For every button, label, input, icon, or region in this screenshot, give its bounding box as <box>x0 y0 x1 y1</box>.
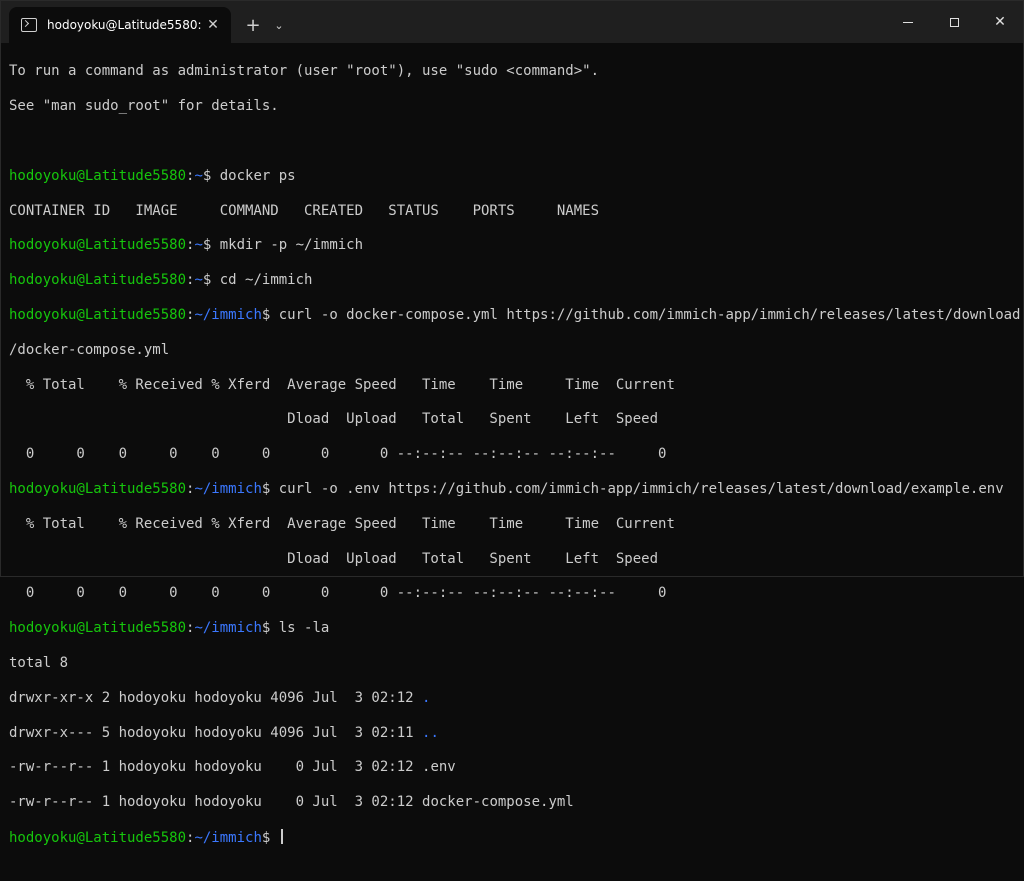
tab-dropdown-button[interactable]: ⌄ <box>269 7 289 43</box>
output-line: CONTAINER ID IMAGE COMMAND CREATED STATU… <box>9 202 600 219</box>
ls-name: docker-compose.yml <box>422 794 574 811</box>
output-line: 0 0 0 0 0 0 0 0 --:--:-- --:--:-- --:--:… <box>9 446 667 463</box>
prompt-user-host: hodoyoku@Latitude5580 <box>9 167 187 184</box>
terminal-output[interactable]: To run a command as administrator (user … <box>9 46 1021 846</box>
ls-row: drwxr-x--- 5 hodoyoku hodoyoku 4096 Jul … <box>9 725 1015 742</box>
close-icon: ✕ <box>994 14 1006 30</box>
output-line: % Total % Received % Xferd Average Speed… <box>9 376 675 393</box>
title-bar-drag-area[interactable] <box>289 1 885 43</box>
ls-meta: drwxr-xr-x 2 hodoyoku hodoyoku 4096 Jul … <box>9 689 423 706</box>
text-cursor <box>280 828 283 844</box>
prompt-line: hodoyoku@Latitude5580:~$ mkdir -p ~/immi… <box>9 237 364 254</box>
command-text: mkdir -p ~/immich <box>219 237 364 254</box>
prompt-line: hodoyoku@Latitude5580:~/immich$ curl -o … <box>9 306 1021 323</box>
minimize-button[interactable] <box>885 1 931 43</box>
ls-name: .env <box>422 759 456 776</box>
prompt-path: ~ <box>194 167 203 184</box>
output-line: 0 0 0 0 0 0 0 0 --:--:-- --:--:-- --:--:… <box>9 585 667 602</box>
prompt-line: hodoyoku@Latitude5580:~$ cd ~/immich <box>9 272 313 289</box>
ls-meta: -rw-r--r-- 1 hodoyoku hodoyoku 0 Jul 3 0… <box>9 759 423 776</box>
prompt-line: hodoyoku@Latitude5580:~/immich$ curl -o … <box>9 480 1004 497</box>
close-button[interactable]: ✕ <box>977 1 1023 43</box>
title-bar: hodoyoku@Latitude5580: ~/ir ✕ + ⌄ ✕ <box>1 1 1023 43</box>
output-line: % Total % Received % Xferd Average Speed… <box>9 515 675 532</box>
tab-close-icon[interactable]: ✕ <box>201 17 225 33</box>
command-text: docker ps <box>219 167 296 184</box>
command-text: curl -o .env https://github.com/immich-a… <box>278 480 1004 497</box>
ls-meta: -rw-r--r-- 1 hodoyoku hodoyoku 0 Jul 3 0… <box>9 794 423 811</box>
prompt-user-host: hodoyoku@Latitude5580 <box>9 620 187 637</box>
terminal-icon <box>21 18 37 32</box>
maximize-icon <box>949 17 959 27</box>
ls-name: . <box>422 689 431 706</box>
ls-row: drwxr-xr-x 2 hodoyoku hodoyoku 4096 Jul … <box>9 690 1015 707</box>
prompt-user-host: hodoyoku@Latitude5580 <box>9 829 187 846</box>
prompt-path: ~ <box>194 272 203 289</box>
maximize-button[interactable] <box>931 1 977 43</box>
minimize-icon <box>903 21 913 23</box>
output-line: Dload Upload Total Spent Left Speed <box>9 550 659 567</box>
new-tab-button[interactable]: + <box>241 7 265 43</box>
terminal-tab[interactable]: hodoyoku@Latitude5580: ~/ir ✕ <box>9 7 231 43</box>
prompt-path: ~/immich <box>194 829 262 846</box>
output-line: /docker-compose.yml <box>9 341 170 358</box>
prompt-user-host: hodoyoku@Latitude5580 <box>9 237 187 254</box>
prompt-line: hodoyoku@Latitude5580:~$ docker ps <box>9 167 296 184</box>
info-line: See "man sudo_root" for details. <box>9 98 279 115</box>
prompt-line: hodoyoku@Latitude5580:~/immich$ <box>9 828 1015 846</box>
output-line: Dload Upload Total Spent Left Speed <box>9 411 659 428</box>
terminal-window: hodoyoku@Latitude5580: ~/ir ✕ + ⌄ ✕ To r… <box>0 0 1024 846</box>
command-text: ls -la <box>278 620 330 637</box>
prompt-user-host: hodoyoku@Latitude5580 <box>9 306 187 323</box>
command-text: curl -o docker-compose.yml https://githu… <box>278 306 1021 323</box>
ls-name: .. <box>422 724 439 741</box>
ls-row: -rw-r--r-- 1 hodoyoku hodoyoku 0 Jul 3 0… <box>9 759 1015 776</box>
prompt-path: ~/immich <box>194 306 262 323</box>
prompt-path: ~ <box>194 237 203 254</box>
prompt-user-host: hodoyoku@Latitude5580 <box>9 272 187 289</box>
ls-meta: drwxr-x--- 5 hodoyoku hodoyoku 4096 Jul … <box>9 724 423 741</box>
prompt-path: ~/immich <box>194 620 262 637</box>
output-line: total 8 <box>9 654 69 671</box>
prompt-user-host: hodoyoku@Latitude5580 <box>9 480 187 497</box>
ls-row: -rw-r--r-- 1 hodoyoku hodoyoku 0 Jul 3 0… <box>9 794 1015 811</box>
info-line: To run a command as administrator (user … <box>9 63 600 80</box>
prompt-line: hodoyoku@Latitude5580:~/immich$ ls -la <box>9 620 330 637</box>
command-text: cd ~/immich <box>219 272 313 289</box>
tab-title: hodoyoku@Latitude5580: ~/ir <box>47 18 201 32</box>
prompt-path: ~/immich <box>194 480 262 497</box>
